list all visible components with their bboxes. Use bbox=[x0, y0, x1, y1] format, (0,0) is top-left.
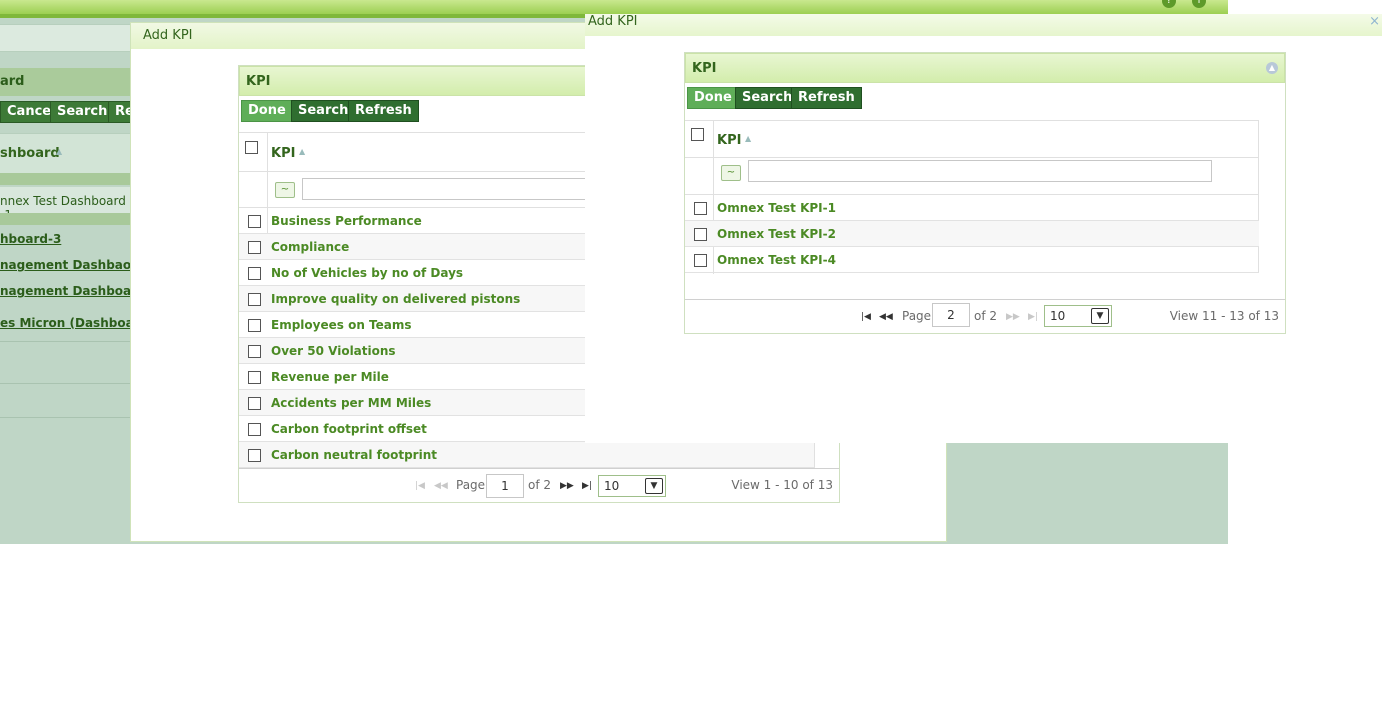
grid-2-title: KPI bbox=[692, 61, 717, 76]
background-column-label: shboard bbox=[0, 146, 60, 161]
sort-icon[interactable]: ▲ bbox=[745, 134, 751, 143]
kpi-name[interactable]: Carbon neutral footprint bbox=[271, 448, 437, 462]
row-checkbox[interactable] bbox=[248, 345, 261, 358]
kpi-name[interactable]: No of Vehicles by no of Days bbox=[271, 266, 463, 280]
background-column-header: shboard ▲ bbox=[0, 133, 130, 175]
row-checkbox[interactable] bbox=[248, 215, 261, 228]
background-search-button[interactable]: Search bbox=[50, 101, 115, 123]
table-row[interactable]: Omnex Test KPI-4 bbox=[685, 247, 1259, 273]
kpi-name[interactable]: Omnex Test KPI-2 bbox=[717, 227, 836, 241]
background-title: ard bbox=[0, 68, 130, 96]
page-size-value: 10 bbox=[1050, 309, 1066, 323]
kpi-filter-input[interactable] bbox=[748, 160, 1212, 182]
kpi-name[interactable]: Omnex Test KPI-4 bbox=[717, 253, 836, 267]
background-divider bbox=[0, 213, 130, 225]
view-records-text: View 11 - 13 of 13 bbox=[1169, 309, 1279, 323]
kpi-name[interactable]: Employees on Teams bbox=[271, 318, 412, 332]
kpi-name[interactable]: Business Performance bbox=[271, 214, 422, 228]
chevron-down-icon: ▼ bbox=[645, 478, 663, 494]
last-page-icon[interactable]: ▶| bbox=[582, 481, 592, 491]
info-icon[interactable]: i bbox=[1192, 0, 1206, 8]
page-size-select[interactable]: 10 ▼ bbox=[598, 475, 666, 497]
row-checkbox[interactable] bbox=[248, 319, 261, 332]
search-button[interactable]: Search bbox=[735, 87, 800, 109]
kpi-name[interactable]: Compliance bbox=[271, 240, 349, 254]
kpi-column-header[interactable]: KPI bbox=[271, 146, 295, 161]
grid-2-filter-row: ~ bbox=[685, 158, 1259, 195]
background-filter-row bbox=[0, 173, 130, 185]
row-checkbox[interactable] bbox=[248, 241, 261, 254]
table-row[interactable]: Carbon neutral footprint bbox=[239, 442, 815, 468]
grid-2-pager: |◀ ◀◀ Page 2 of 2 ▶▶ ▶| 10 ▼ View 11 - 13… bbox=[685, 299, 1285, 333]
page-label: Page bbox=[456, 478, 486, 492]
row-checkbox[interactable] bbox=[694, 228, 707, 241]
kpi-filter-input[interactable] bbox=[302, 178, 592, 200]
close-icon[interactable]: × bbox=[1369, 14, 1380, 30]
row-checkbox[interactable] bbox=[248, 397, 261, 410]
background-divider-2 bbox=[0, 341, 130, 342]
grid-2-title-bar: KPI ▲ bbox=[685, 53, 1285, 83]
page-count: of 2 bbox=[974, 309, 998, 323]
last-page-icon[interactable]: ▶| bbox=[1028, 312, 1038, 322]
dialog-2-title: Add KPI bbox=[588, 14, 638, 29]
filter-operator-button[interactable]: ~ bbox=[721, 165, 741, 181]
page-size-select[interactable]: 10 ▼ bbox=[1044, 305, 1112, 327]
page-label: Page bbox=[902, 309, 932, 323]
kpi-grid-2: KPI ▲ Done Search Refresh KPI ▲ ~ Omnex … bbox=[684, 52, 1286, 334]
filter-operator-button[interactable]: ~ bbox=[275, 182, 295, 198]
select-all-checkbox[interactable] bbox=[245, 141, 258, 154]
chevron-down-icon: ▼ bbox=[1091, 308, 1109, 324]
collapse-icon[interactable]: ▲ bbox=[1266, 62, 1278, 74]
page-number-input[interactable]: 2 bbox=[932, 303, 970, 327]
refresh-button[interactable]: Refresh bbox=[348, 100, 419, 122]
help-icon[interactable]: ? bbox=[1162, 0, 1176, 8]
view-records-text: View 1 - 10 of 13 bbox=[731, 478, 833, 492]
search-button[interactable]: Search bbox=[291, 100, 356, 122]
row-checkbox[interactable] bbox=[248, 371, 261, 384]
sort-icon[interactable]: ▲ bbox=[299, 147, 305, 156]
background-selected-row[interactable]: nnex Test Dashboard -1 bbox=[0, 187, 130, 222]
kpi-name[interactable]: Carbon footprint offset bbox=[271, 422, 427, 436]
row-checkbox[interactable] bbox=[694, 254, 707, 267]
next-page-icon[interactable]: ▶▶ bbox=[1006, 312, 1020, 322]
background-link-1[interactable]: hboard-3 bbox=[0, 232, 61, 246]
page-size-value: 10 bbox=[604, 479, 620, 493]
first-page-icon[interactable]: |◀ bbox=[415, 481, 425, 491]
kpi-name[interactable]: Improve quality on delivered pistons bbox=[271, 292, 520, 306]
kpi-column-header[interactable]: KPI bbox=[717, 133, 741, 148]
refresh-button[interactable]: Refresh bbox=[791, 87, 862, 109]
prev-page-icon[interactable]: ◀◀ bbox=[434, 481, 448, 491]
select-all-checkbox[interactable] bbox=[691, 128, 704, 141]
prev-page-icon[interactable]: ◀◀ bbox=[879, 312, 893, 322]
page-count: of 2 bbox=[528, 478, 552, 492]
kpi-name[interactable]: Omnex Test KPI-1 bbox=[717, 201, 836, 215]
first-page-icon[interactable]: |◀ bbox=[861, 312, 871, 322]
row-checkbox[interactable] bbox=[248, 449, 261, 462]
background-divider-4 bbox=[0, 417, 130, 418]
table-row[interactable]: Omnex Test KPI-2 bbox=[685, 221, 1259, 247]
dialog-2-titlebar: Add KPI × bbox=[585, 14, 1382, 36]
done-button[interactable]: Done bbox=[687, 87, 739, 109]
grid-1-pager: |◀ ◀◀ Page 1 of 2 ▶▶ ▶| 10 ▼ View 1 - 10 … bbox=[239, 468, 839, 502]
kpi-name[interactable]: Revenue per Mile bbox=[271, 370, 389, 384]
row-checkbox[interactable] bbox=[248, 267, 261, 280]
done-button[interactable]: Done bbox=[241, 100, 293, 122]
kpi-name[interactable]: Accidents per MM Miles bbox=[271, 396, 431, 410]
row-checkbox[interactable] bbox=[248, 293, 261, 306]
table-row[interactable]: Omnex Test KPI-1 bbox=[685, 195, 1259, 221]
next-page-icon[interactable]: ▶▶ bbox=[560, 481, 574, 491]
sort-icon: ▲ bbox=[56, 147, 63, 156]
row-checkbox[interactable] bbox=[694, 202, 707, 215]
row-checkbox[interactable] bbox=[248, 423, 261, 436]
grid-2-body: Omnex Test KPI-1 Omnex Test KPI-2 Omnex … bbox=[685, 195, 1259, 273]
page-number-input[interactable]: 1 bbox=[486, 474, 524, 498]
background-divider-3 bbox=[0, 383, 130, 384]
grid-2-header-row: KPI ▲ bbox=[685, 120, 1259, 274]
kpi-name[interactable]: Over 50 Violations bbox=[271, 344, 396, 358]
background-strip bbox=[0, 24, 130, 52]
